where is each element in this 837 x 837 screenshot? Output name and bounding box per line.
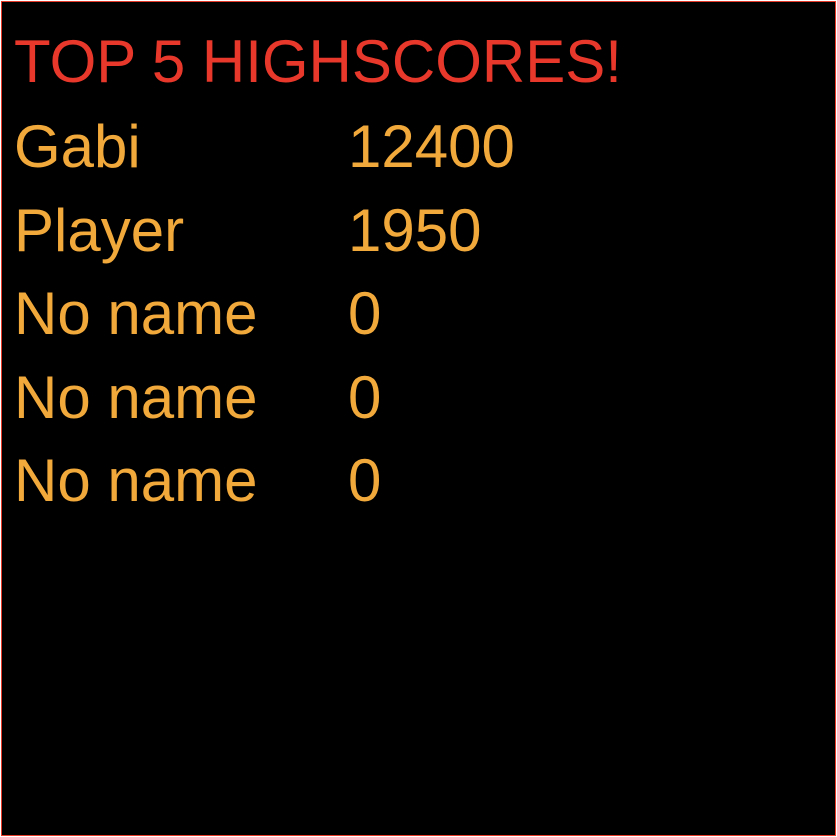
highscore-row: No name 0 [14, 446, 814, 530]
player-score: 0 [348, 363, 382, 431]
player-name: No name [14, 363, 258, 431]
highscore-screen: TOP 5 HIGHSCORES! Gabi 12400 Player 1950… [1, 1, 836, 836]
player-name: No name [14, 280, 258, 347]
highscore-row: Gabi 12400 [14, 112, 814, 196]
player-name: No name [14, 447, 258, 514]
player-score: 0 [348, 447, 382, 514]
player-score: 0 [348, 280, 382, 347]
highscore-list: Gabi 12400 Player 1950 No name 0 No name… [14, 112, 814, 530]
highscores-title: TOP 5 HIGHSCORES! [14, 28, 622, 95]
highscore-row: No name 0 [14, 279, 814, 363]
player-name: Player [14, 196, 185, 264]
player-name: Gabi [14, 113, 141, 180]
player-score: 1950 [348, 196, 482, 264]
highscore-row: No name 0 [14, 363, 814, 447]
player-score: 12400 [348, 113, 515, 180]
highscore-row: Player 1950 [14, 196, 814, 280]
